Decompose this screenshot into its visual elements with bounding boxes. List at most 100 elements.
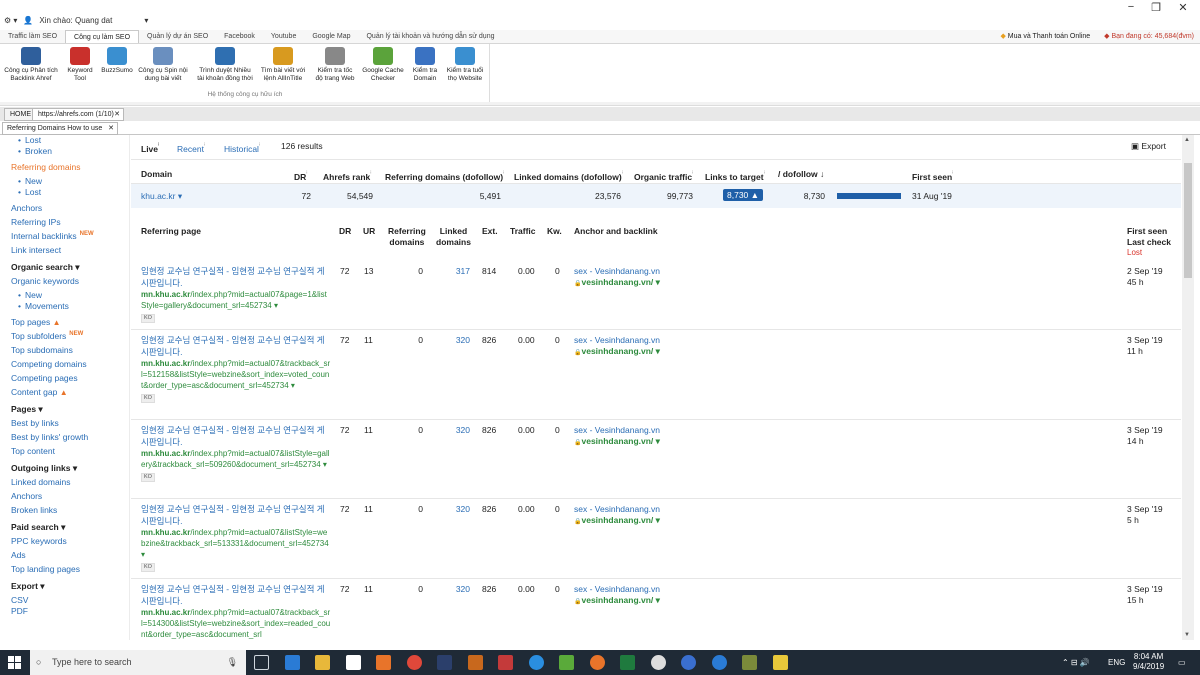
col-first-seen[interactable]: First seenⁱ bbox=[912, 169, 953, 182]
col-linked-domains[interactable]: Linked domains bbox=[436, 226, 471, 248]
row-backlink[interactable]: 🔒vesinhdanang.vn/ ▾ bbox=[574, 436, 660, 447]
col-ur[interactable]: UR bbox=[363, 226, 375, 236]
app-blue-icon[interactable] bbox=[681, 655, 696, 670]
row-anchor[interactable]: sex - Vesinhdanang.vn bbox=[574, 335, 660, 345]
sidebar-item-csv[interactable]: CSV bbox=[11, 595, 28, 605]
scrollbar[interactable]: ▲ ▼ bbox=[1182, 135, 1194, 640]
sidebar-item-competing-pages[interactable]: Competing pages bbox=[11, 373, 78, 383]
sidebar-item-organic-keywords[interactable]: Organic keywords bbox=[11, 276, 79, 286]
chevron-down-icon[interactable]: ▾ bbox=[144, 16, 148, 25]
ribbon-item-cache[interactable]: Google Cache Checker bbox=[361, 47, 405, 83]
sidebar-heading-export[interactable]: Export ▾ bbox=[11, 581, 45, 592]
app-green-icon[interactable] bbox=[559, 655, 574, 670]
col-referring-domains[interactable]: Referring domains (dofollow)ⁱ bbox=[385, 169, 504, 182]
close-button[interactable]: ✕ bbox=[1160, 0, 1200, 14]
sidebar-item-linked-domains[interactable]: Linked domains bbox=[11, 477, 71, 487]
sidebar-item-internal-backlinks[interactable]: Internal backlinks NEW bbox=[11, 231, 94, 241]
settings-icon[interactable]: ⚙ ▾ bbox=[4, 16, 17, 25]
col-links-to-target[interactable]: Links to targetⁱ bbox=[705, 169, 765, 182]
sidebar-item-broken-links[interactable]: Broken links bbox=[11, 505, 57, 515]
col-referring-page[interactable]: Referring page bbox=[141, 226, 201, 236]
referring-page-url[interactable]: mn.khu.ac.kr/index.php?mid=actual07&trac… bbox=[141, 358, 331, 403]
row-linked-domains[interactable]: 320 bbox=[446, 425, 470, 435]
ribbon-item-buzzsumo[interactable]: BuzzSumo bbox=[100, 47, 134, 75]
row-anchor[interactable]: sex - Vesinhdanang.vn bbox=[574, 425, 660, 435]
sidebar-heading-organic-search[interactable]: Organic search ▾ bbox=[11, 262, 80, 273]
sidebar-item-competing-domains[interactable]: Competing domains bbox=[11, 359, 87, 369]
sidebar-item-link-intersect[interactable]: Link intersect bbox=[11, 245, 61, 255]
sidebar-item-referring-domains[interactable]: Referring domains bbox=[11, 162, 80, 172]
col-dr[interactable]: DRⁱ bbox=[294, 169, 308, 182]
col-organic-traffic[interactable]: Organic trafficⁱ bbox=[634, 169, 693, 182]
ribbon-item-browser[interactable]: Trình duyệt Nhiều tài khoản đồng thời bbox=[195, 47, 255, 83]
ribbon-item-keyword[interactable]: Keyword Tool bbox=[64, 47, 96, 83]
referring-page-title[interactable]: 임현정 교수님 연구실적 - 임현정 교수님 연구실적 게시판입니다. bbox=[141, 504, 329, 527]
filter-live[interactable]: Liveⁱ bbox=[141, 141, 159, 154]
sidebar-item-top-landing-pages[interactable]: Top landing pages bbox=[11, 564, 80, 574]
illustrator-icon[interactable] bbox=[467, 655, 483, 670]
taskbar-search[interactable]: ○ Type here to search 🎙 bbox=[30, 650, 246, 675]
clock[interactable]: 8:04 AM 9/4/2019 bbox=[1133, 652, 1164, 672]
sublime-icon[interactable] bbox=[376, 655, 391, 670]
col-ext[interactable]: Ext. bbox=[482, 226, 498, 236]
referring-page-title[interactable]: 임현정 교수님 연구실적 - 임현정 교수님 연구실적 게시판입니다. bbox=[141, 425, 329, 448]
sidebar-item-content-gap[interactable]: Content gap ▲ bbox=[11, 387, 68, 397]
referring-page-url[interactable]: mn.khu.ac.kr/index.php?mid=actual07&page… bbox=[141, 289, 331, 323]
firefox-icon[interactable] bbox=[589, 655, 605, 670]
sidebar-heading-pages[interactable]: Pages ▾ bbox=[11, 404, 43, 415]
ribbon-item-whois[interactable]: Kiểm tra Domain bbox=[410, 47, 440, 83]
zalo-icon[interactable] bbox=[528, 655, 544, 670]
sidebar-item-top-subfolders[interactable]: Top subfolders NEW bbox=[11, 331, 83, 341]
sidebar-item-top-pages[interactable]: Top pages ▲ bbox=[11, 317, 61, 327]
app-red-icon[interactable] bbox=[498, 655, 513, 670]
export-button[interactable]: ▣ Export bbox=[1131, 141, 1166, 152]
col-linked-domains[interactable]: Linked domains (dofollow)ⁱ bbox=[514, 169, 623, 182]
photoshop-icon[interactable] bbox=[437, 655, 452, 670]
buy-link[interactable]: ◆ Mua và Thanh toán Online bbox=[1000, 30, 1090, 44]
sidebar-item-ads[interactable]: Ads bbox=[11, 550, 26, 560]
sidebar-item-best-by-links-growth[interactable]: Best by links' growth bbox=[11, 432, 88, 442]
row-backlink[interactable]: 🔒vesinhdanang.vn/ ▾ bbox=[574, 595, 660, 606]
sidebar-item-new3[interactable]: New bbox=[18, 290, 42, 300]
tab-quan-ly-tai-khoan[interactable]: Quản lý tài khoản và hướng dẫn sử dụng bbox=[358, 30, 502, 43]
col-dofollow[interactable]: / dofollow ↓ bbox=[778, 169, 824, 179]
ribbon-item-globe[interactable]: Kiểm tra tuổi thọ Website bbox=[443, 47, 487, 83]
col-dr[interactable]: DR bbox=[339, 226, 351, 236]
col-lost[interactable]: Lost bbox=[1127, 248, 1142, 257]
tab-traffic-seo[interactable]: Traffic làm SEO bbox=[0, 30, 65, 43]
col-first-seen[interactable]: First seen bbox=[1127, 226, 1167, 236]
app-active-icon[interactable] bbox=[742, 655, 757, 670]
sidebar-item-movements[interactable]: Movements bbox=[18, 301, 69, 311]
tab-quan-ly-du-an[interactable]: Quản lý dự án SEO bbox=[139, 30, 216, 43]
col-anchor[interactable]: Anchor and backlink bbox=[574, 226, 658, 236]
sidebar-item-lost[interactable]: Lost bbox=[18, 135, 41, 145]
sidebar-item-best-by-links[interactable]: Best by links bbox=[11, 418, 59, 428]
tab-facebook[interactable]: Facebook bbox=[216, 30, 263, 43]
row-anchor[interactable]: sex - Vesinhdanang.vn bbox=[574, 266, 660, 276]
sidebar-item-top-content[interactable]: Top content bbox=[11, 446, 55, 456]
row-linked-domains[interactable]: 320 bbox=[446, 504, 470, 514]
file-explorer-icon[interactable] bbox=[315, 655, 330, 670]
sidebar-item-top-subdomains[interactable]: Top subdomains bbox=[11, 345, 73, 355]
sidebar-item-broken[interactable]: Broken bbox=[18, 146, 52, 156]
col-last-check[interactable]: Last check bbox=[1127, 237, 1171, 247]
store-icon[interactable] bbox=[345, 655, 361, 670]
teamviewer-icon[interactable] bbox=[711, 655, 727, 670]
sidebar-heading-paid-search[interactable]: Paid search ▾ bbox=[11, 522, 65, 533]
sidebar-item-anchors2[interactable]: Anchors bbox=[11, 491, 42, 501]
row-backlink[interactable]: 🔒vesinhdanang.vn/ ▾ bbox=[574, 346, 660, 357]
referring-page-title[interactable]: 임현정 교수님 연구실적 - 임현정 교수님 연구실적 게시판입니다. bbox=[141, 266, 329, 289]
col-kw[interactable]: Kw. bbox=[547, 226, 562, 236]
scrollbar-thumb[interactable] bbox=[1184, 163, 1192, 278]
tab-ahrefs[interactable]: https://ahrefs.com (1/10) ✕ bbox=[32, 108, 124, 121]
filter-historical[interactable]: Historicalⁱ bbox=[224, 141, 260, 154]
col-ref-domains[interactable]: Referring domains bbox=[388, 226, 426, 248]
sidebar-heading-outgoing-links[interactable]: Outgoing links ▾ bbox=[11, 463, 77, 474]
close-icon[interactable]: ✕ bbox=[108, 123, 114, 135]
row-backlink[interactable]: 🔒vesinhdanang.vn/ ▾ bbox=[574, 515, 660, 526]
scroll-up-icon[interactable]: ▲ bbox=[1184, 137, 1190, 143]
tray-icons[interactable]: ⌃ ⊟ 🔊 bbox=[1062, 650, 1090, 675]
ribbon-item-speed[interactable]: Kiểm tra tốc độ trang Web bbox=[313, 47, 357, 83]
row-backlink[interactable]: 🔒vesinhdanang.vn/ ▾ bbox=[574, 277, 660, 288]
task-view-icon[interactable] bbox=[254, 655, 269, 670]
